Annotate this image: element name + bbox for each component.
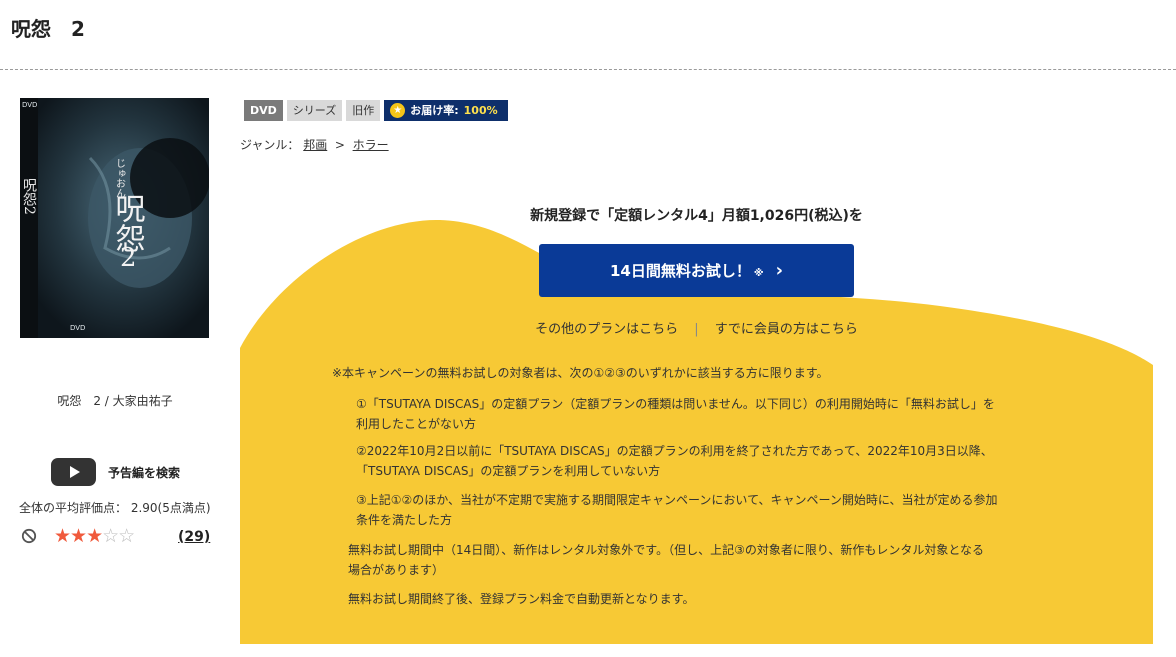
title-cast-caption: 呪怨 2 / 大家由祐子 bbox=[57, 394, 173, 408]
cover-title-kana: じゅおん bbox=[114, 158, 126, 198]
page-title: 呪怨 2 bbox=[11, 17, 85, 41]
series-badge: シリーズ bbox=[286, 100, 343, 121]
delivery-rate-value: 100% bbox=[463, 104, 498, 117]
genre-link-hougai[interactable]: 邦画 bbox=[303, 138, 327, 152]
free-trial-note-mark: ※ bbox=[753, 268, 764, 279]
genre-link-horror[interactable]: ホラー bbox=[353, 138, 389, 152]
old-release-badge: 旧作 bbox=[346, 100, 381, 121]
terms-condition-2: ②2022年10月2日以前に「TSUTAYA DISCAS」の定額プランの利用を… bbox=[356, 444, 993, 478]
rating-stars: ★★★☆☆ bbox=[54, 525, 135, 547]
trailer-search-label: 予告編を検索 bbox=[108, 465, 181, 480]
member-login-link[interactable]: すでに会員の方はこちら bbox=[715, 322, 858, 337]
format-badge: DVD bbox=[244, 100, 283, 121]
campaign-headline: 新規登録で「定額レンタル4」月額1,026円(税込)を bbox=[530, 208, 863, 224]
dvd-cover-image[interactable]: DVD 呪怨2 じゅおん 呪怨 2 DVD bbox=[20, 98, 209, 338]
star-medal-icon: ★ bbox=[390, 103, 406, 118]
title-divider bbox=[0, 69, 1176, 70]
terms-condition-1: ①「TSUTAYA DISCAS」の定額プラン（定額プランの種類は問いません。以… bbox=[356, 397, 995, 431]
terms-auto-renewal-note: 無料お試し期間終了後、登録プラン料金で自動更新となります。 bbox=[348, 592, 695, 606]
genre-breadcrumb: ジャンル： 邦画 > ホラー bbox=[240, 136, 389, 153]
plan-links: その他のプランはこちら | すでに会員の方はこちら bbox=[240, 318, 1153, 337]
prohibited-icon[interactable] bbox=[21, 528, 37, 544]
empty-stars: ☆☆ bbox=[102, 525, 135, 547]
genre-label: ジャンル： bbox=[240, 138, 300, 152]
free-trial-label: 14日間無料お試し！ bbox=[609, 262, 751, 280]
filled-stars: ★★★ bbox=[54, 525, 103, 547]
cover-title-number: 2 bbox=[120, 243, 137, 273]
cover-logo-top: DVD bbox=[22, 101, 37, 109]
delivery-rate-badge: ★ お届け率: 100% bbox=[384, 100, 508, 121]
chevron-right-icon: › bbox=[775, 260, 784, 281]
genre-separator: > bbox=[334, 138, 345, 152]
review-count-link[interactable]: (29) bbox=[178, 529, 210, 545]
other-plans-link[interactable]: その他のプランはこちら bbox=[535, 322, 678, 337]
plan-links-separator: | bbox=[694, 322, 699, 337]
cover-spine-title: 呪怨2 bbox=[21, 178, 37, 215]
free-trial-button[interactable]: 14日間無料お試し！ ※ › bbox=[539, 244, 854, 297]
average-rating-text: 全体の平均評価点： 2.90(5点満点) bbox=[19, 501, 211, 515]
play-icon[interactable] bbox=[51, 458, 96, 486]
terms-new-release-note: 無料お試し期間中（14日間）、新作はレンタル対象外です。（但し、上記③の対象者に… bbox=[348, 543, 984, 577]
terms-intro: ※本キャンペーンの無料お試しの対象者は、次の①②③のいずれかに該当する方に限りま… bbox=[332, 366, 829, 380]
product-tags: DVD シリーズ 旧作 ★ お届け率: 100% bbox=[244, 100, 508, 121]
rating-row: ★★★☆☆ (29) bbox=[21, 525, 211, 548]
terms-condition-3: ③上記①②のほか、当社が不定期で実施する期間限定キャンペーンにおいて、キャンペー… bbox=[356, 493, 998, 527]
cover-logo-bottom: DVD bbox=[70, 324, 85, 332]
delivery-rate-label: お届け率: bbox=[410, 104, 459, 117]
trailer-search[interactable]: 予告編を検索 bbox=[51, 458, 180, 486]
